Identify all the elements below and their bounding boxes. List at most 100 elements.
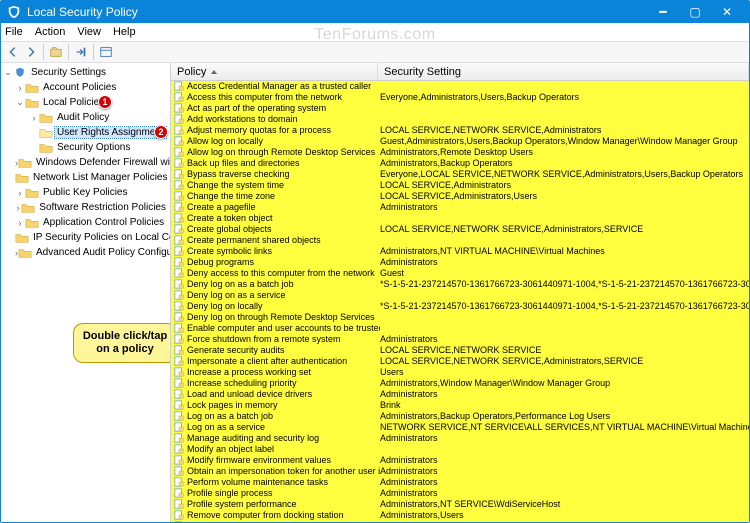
tree-pane[interactable]: ⌄ Security Settings ›Account Policies⌄Lo… xyxy=(1,63,171,522)
policy-row[interactable]: Load and unload device driversAdministra… xyxy=(171,389,749,400)
expand-icon[interactable]: › xyxy=(15,188,25,198)
policy-row[interactable]: Log on as a batch jobAdministrators,Back… xyxy=(171,411,749,422)
policy-setting xyxy=(380,235,749,246)
policy-name: Change the system time xyxy=(187,180,380,191)
policy-row[interactable]: Remove computer from docking stationAdmi… xyxy=(171,510,749,521)
back-icon[interactable] xyxy=(5,44,21,60)
callout-text-2: on a policy xyxy=(96,343,153,355)
policy-row[interactable]: Profile system performanceAdministrators… xyxy=(171,499,749,510)
policy-row[interactable]: Debug programsAdministrators xyxy=(171,257,749,268)
policy-row[interactable]: Create permanent shared objects xyxy=(171,235,749,246)
folder-icon xyxy=(39,142,53,154)
policy-setting xyxy=(380,81,749,92)
menu-file[interactable]: File xyxy=(5,26,23,38)
policy-row[interactable]: Deny log on through Remote Desktop Servi… xyxy=(171,312,749,323)
policy-row[interactable]: Allow log on locallyGuest,Administrators… xyxy=(171,136,749,147)
policy-row[interactable]: Modify an object label xyxy=(171,444,749,455)
policy-row[interactable]: Change the time zoneLOCAL SERVICE,Admini… xyxy=(171,191,749,202)
policy-row[interactable]: Impersonate a client after authenticatio… xyxy=(171,356,749,367)
expand-icon[interactable]: › xyxy=(15,218,25,228)
menu-view[interactable]: View xyxy=(77,26,101,38)
policy-row[interactable]: Replace a process level tokenLOCAL SERVI… xyxy=(171,521,749,522)
tree-node[interactable]: ›Audit Policy xyxy=(3,110,168,125)
tree-node[interactable]: ›Public Key Policies xyxy=(3,185,168,200)
title-bar: Local Security Policy ━ ▢ ✕ xyxy=(1,1,749,23)
policy-row[interactable]: Profile single processAdministrators xyxy=(171,488,749,499)
policy-row[interactable]: Access this computer from the networkEve… xyxy=(171,92,749,103)
policy-row[interactable]: Deny log on locally*S-1-5-21-237214570-1… xyxy=(171,301,749,312)
tree-node[interactable]: ›Windows Defender Firewall with Advanced… xyxy=(3,155,168,170)
policy-row[interactable]: Allow log on through Remote Desktop Serv… xyxy=(171,147,749,158)
policy-doc-icon xyxy=(174,246,184,256)
policy-setting: Everyone,Administrators,Users,Backup Ope… xyxy=(380,92,749,103)
expand-icon[interactable]: ⌄ xyxy=(15,97,25,108)
policy-row[interactable]: Increase a process working setUsers xyxy=(171,367,749,378)
policy-row[interactable]: Increase scheduling priorityAdministrato… xyxy=(171,378,749,389)
policy-row[interactable]: Add workstations to domain xyxy=(171,114,749,125)
policy-row[interactable]: Deny access to this computer from the ne… xyxy=(171,268,749,279)
tree-root-label[interactable]: Security Settings xyxy=(29,67,108,78)
policy-row[interactable]: Enable computer and user accounts to be … xyxy=(171,323,749,334)
policy-row[interactable]: Back up files and directoriesAdministrat… xyxy=(171,158,749,169)
policy-row[interactable]: Create a token object xyxy=(171,213,749,224)
policy-row[interactable]: Act as part of the operating system xyxy=(171,103,749,114)
tree-node[interactable]: IP Security Policies on Local Computer xyxy=(3,230,168,245)
policy-setting xyxy=(380,213,749,224)
policy-doc-icon xyxy=(174,433,184,443)
policy-row[interactable]: Lock pages in memoryBrink xyxy=(171,400,749,411)
menu-action[interactable]: Action xyxy=(35,26,66,38)
policy-name: Modify firmware environment values xyxy=(187,455,380,466)
policy-row[interactable]: Obtain an impersonation token for anothe… xyxy=(171,466,749,477)
policy-row[interactable]: Manage auditing and security logAdminist… xyxy=(171,433,749,444)
tree-node[interactable]: ›Application Control Policies xyxy=(3,215,168,230)
policy-row[interactable]: Bypass traverse checkingEveryone,LOCAL S… xyxy=(171,169,749,180)
policy-row[interactable]: Change the system timeLOCAL SERVICE,Admi… xyxy=(171,180,749,191)
col-setting[interactable]: Security Setting xyxy=(378,63,749,80)
policy-doc-icon xyxy=(174,202,184,212)
policy-row[interactable]: Deny log on as a batch job*S-1-5-21-2372… xyxy=(171,279,749,290)
policy-row[interactable]: Create a pagefileAdministrators xyxy=(171,202,749,213)
expand-icon[interactable]: › xyxy=(29,113,39,123)
folder-icon xyxy=(25,217,39,229)
policy-row[interactable]: Log on as a serviceNETWORK SERVICE,NT SE… xyxy=(171,422,749,433)
policy-row[interactable]: Create symbolic linksAdministrators,NT V… xyxy=(171,246,749,257)
policy-doc-icon xyxy=(174,312,184,322)
policy-name: Create global objects xyxy=(187,224,380,235)
maximize-button[interactable]: ▢ xyxy=(679,1,711,23)
close-button[interactable]: ✕ xyxy=(711,1,743,23)
minimize-button[interactable]: ━ xyxy=(647,1,679,23)
policy-row[interactable]: Adjust memory quotas for a processLOCAL … xyxy=(171,125,749,136)
tree-node[interactable]: ›Account Policies xyxy=(3,80,168,95)
policy-setting: Administrators,Remote Desktop Users xyxy=(380,147,749,158)
policy-row[interactable]: Generate security auditsLOCAL SERVICE,NE… xyxy=(171,345,749,356)
menu-bar: File Action View Help xyxy=(1,23,749,41)
refresh-icon[interactable] xyxy=(98,44,114,60)
tree-node[interactable]: ›Software Restriction Policies xyxy=(3,200,168,215)
policy-row[interactable]: Create global objectsLOCAL SERVICE,NETWO… xyxy=(171,224,749,235)
tree-node[interactable]: Security Options xyxy=(3,140,168,155)
folder-icon xyxy=(21,202,35,214)
tree-node[interactable]: ⌄Local Policies1 xyxy=(3,95,168,110)
policy-setting xyxy=(380,114,749,125)
col-policy[interactable]: Policy xyxy=(171,63,378,80)
policy-row[interactable]: Force shutdown from a remote systemAdmin… xyxy=(171,334,749,345)
policy-doc-icon xyxy=(174,213,184,223)
policy-row[interactable]: Modify firmware environment valuesAdmini… xyxy=(171,455,749,466)
expand-icon[interactable]: ⌄ xyxy=(3,67,13,78)
policy-row[interactable]: Access Credential Manager as a trusted c… xyxy=(171,81,749,92)
policy-doc-icon xyxy=(174,191,184,201)
export-icon[interactable] xyxy=(73,44,89,60)
menu-help[interactable]: Help xyxy=(113,26,136,38)
policy-setting: Administrators,NT SERVICE\WdiServiceHost xyxy=(380,499,749,510)
tree-node[interactable]: Network List Manager Policies xyxy=(3,170,168,185)
expand-icon[interactable]: › xyxy=(15,83,25,93)
forward-icon[interactable] xyxy=(23,44,39,60)
tree-node[interactable]: User Rights Assignment2 xyxy=(3,125,168,140)
policy-row[interactable]: Perform volume maintenance tasksAdminist… xyxy=(171,477,749,488)
folder-icon xyxy=(25,97,39,109)
policy-setting: Users xyxy=(380,367,749,378)
up-action-icon[interactable] xyxy=(48,44,64,60)
policy-row[interactable]: Deny log on as a service xyxy=(171,290,749,301)
policy-name: Force shutdown from a remote system xyxy=(187,334,380,345)
tree-node[interactable]: ›Advanced Audit Policy Configuration xyxy=(3,245,168,260)
